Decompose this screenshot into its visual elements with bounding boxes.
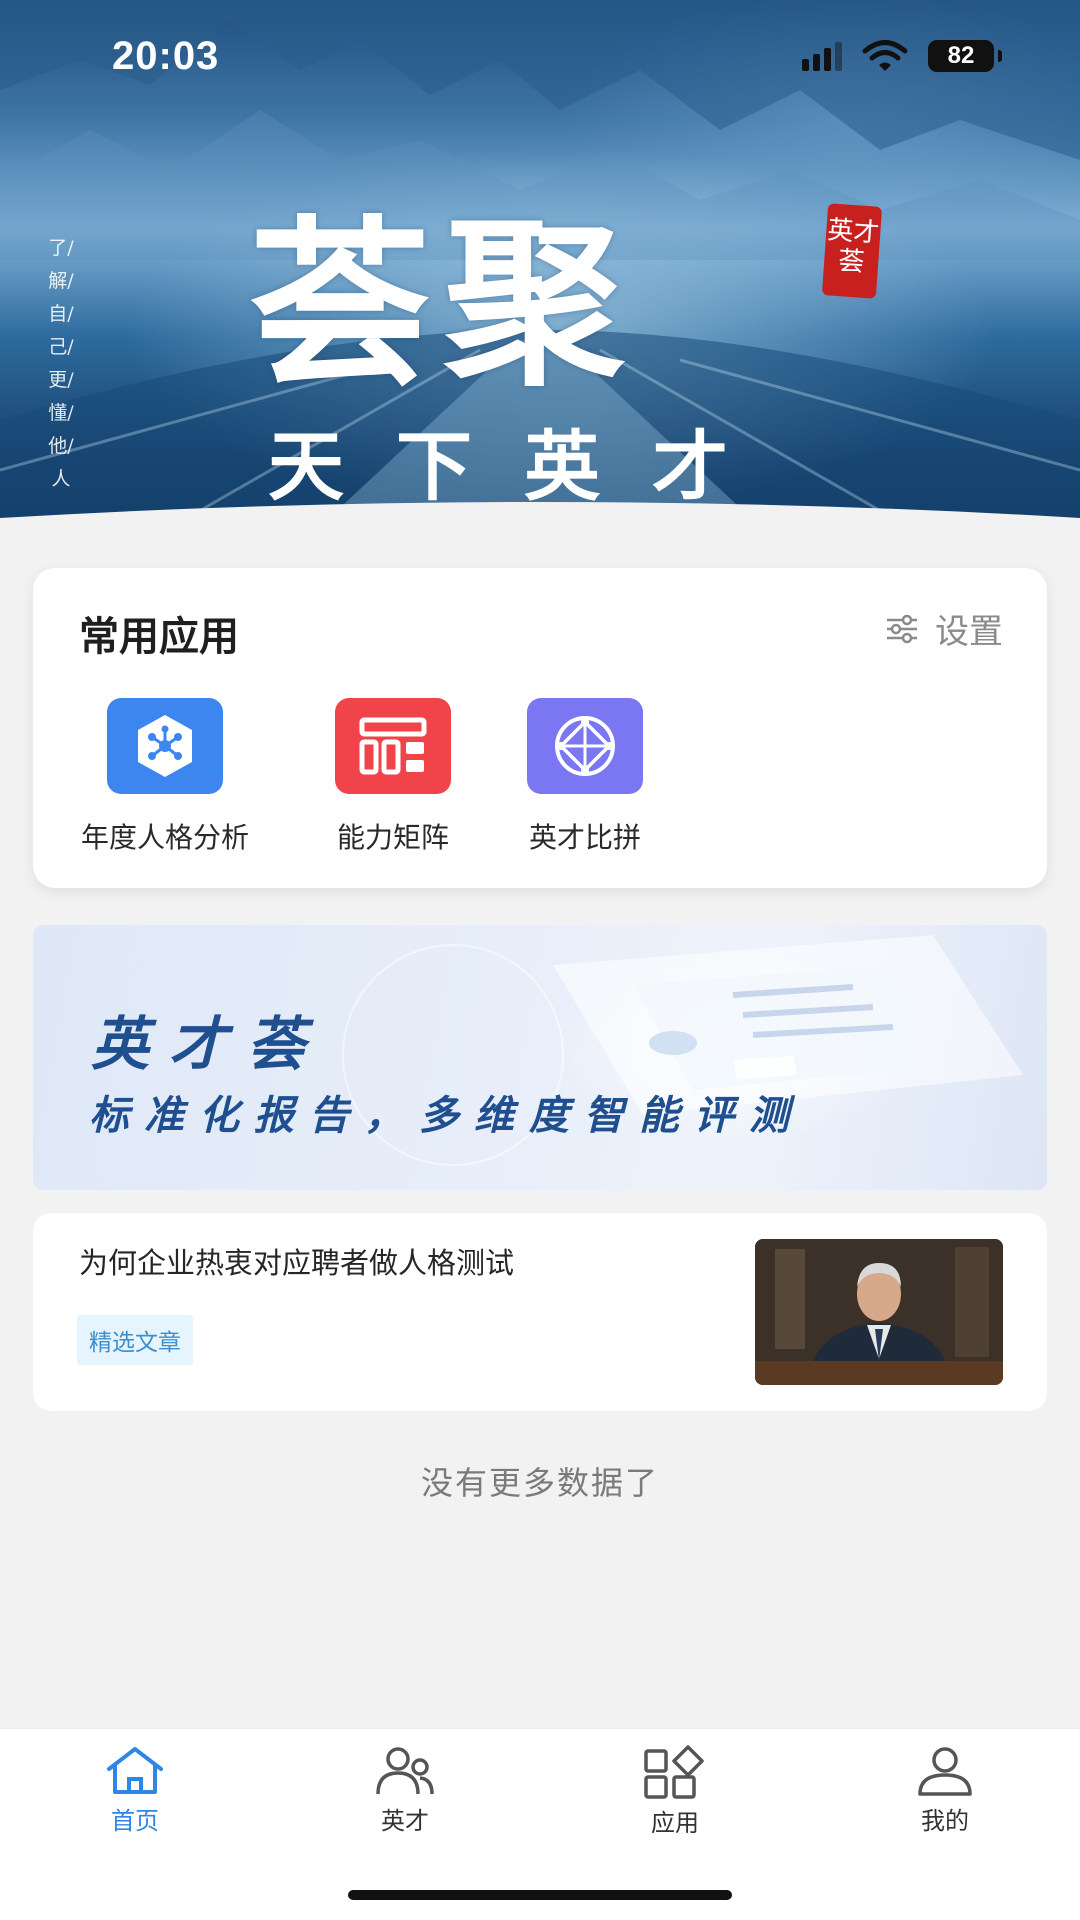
status-icons: 82	[802, 40, 1002, 72]
article-title: 为何企业热衷对应聘者做人格测试	[79, 1246, 515, 1280]
businessman-photo	[755, 1239, 1003, 1385]
settings-button[interactable]: 设置	[885, 604, 1003, 653]
settings-label: 设置	[935, 612, 1003, 652]
banner-title: 英才荟	[91, 1010, 326, 1078]
tab-label: 首页	[111, 1807, 159, 1835]
article-card[interactable]: 为何企业热衷对应聘者做人格测试 精选文章	[33, 1213, 1047, 1411]
status-time: 20:03	[112, 34, 220, 78]
section-title: 常用应用	[79, 614, 239, 660]
battery-cap	[998, 50, 1002, 62]
battery-icon: 82	[928, 40, 994, 72]
matrix-grid-icon	[335, 698, 451, 794]
app-ability-matrix[interactable]: 能力矩阵	[323, 698, 463, 856]
hero-banner: 20:03 82 了/解/自/己/更/懂/他/人 荟聚 天下英才 英才荟	[0, 0, 1080, 545]
tab-talent[interactable]: 英才	[335, 1745, 475, 1836]
hero-subtitle: 天下英才	[268, 422, 780, 511]
network-hexagon-icon	[107, 698, 223, 794]
no-more-data-text: 没有更多数据了	[420, 1464, 659, 1502]
user-icon	[918, 1747, 972, 1796]
common-apps-card: 常用应用 设置 年度人格分析 能力矩阵 英才比拼	[33, 568, 1047, 888]
apps-grid-icon	[644, 1745, 704, 1799]
seal-stamp: 英才荟	[821, 203, 883, 299]
home-indicator[interactable]	[348, 1890, 732, 1900]
hero-wave-divider	[0, 502, 1080, 545]
tab-label: 英才	[381, 1807, 429, 1835]
app-annual-personality[interactable]: 年度人格分析	[77, 698, 253, 856]
home-icon	[107, 1747, 163, 1794]
wifi-icon	[862, 40, 908, 71]
people-icon	[376, 1747, 434, 1795]
promo-banner[interactable]: 英才荟 标准化报告，多维度智能评测	[33, 925, 1047, 1190]
battery-level: 82	[947, 42, 975, 69]
article-tag: 精选文章	[77, 1315, 193, 1365]
app-talent-compete[interactable]: 英才比拼	[515, 698, 655, 856]
tab-label: 应用	[651, 1809, 699, 1837]
sliders-icon	[887, 614, 917, 643]
app-label: 能力矩阵	[336, 821, 449, 854]
tab-label: 我的	[921, 1807, 969, 1835]
hero-vertical-text: 了/解/自/己/更/懂/他/人	[48, 237, 74, 490]
signal-icon	[802, 41, 842, 71]
tab-apps[interactable]: 应用	[605, 1745, 745, 1838]
tab-home[interactable]: 首页	[65, 1745, 205, 1836]
app-label: 年度人格分析	[80, 821, 249, 854]
tab-mine[interactable]: 我的	[875, 1745, 1015, 1836]
hero-title: 荟聚	[250, 199, 639, 410]
compass-orbit-icon	[527, 698, 643, 794]
app-label: 英才比拼	[528, 821, 641, 854]
banner-subtitle: 标准化报告，多维度智能评测	[89, 1093, 804, 1139]
article-thumbnail	[755, 1239, 1003, 1385]
